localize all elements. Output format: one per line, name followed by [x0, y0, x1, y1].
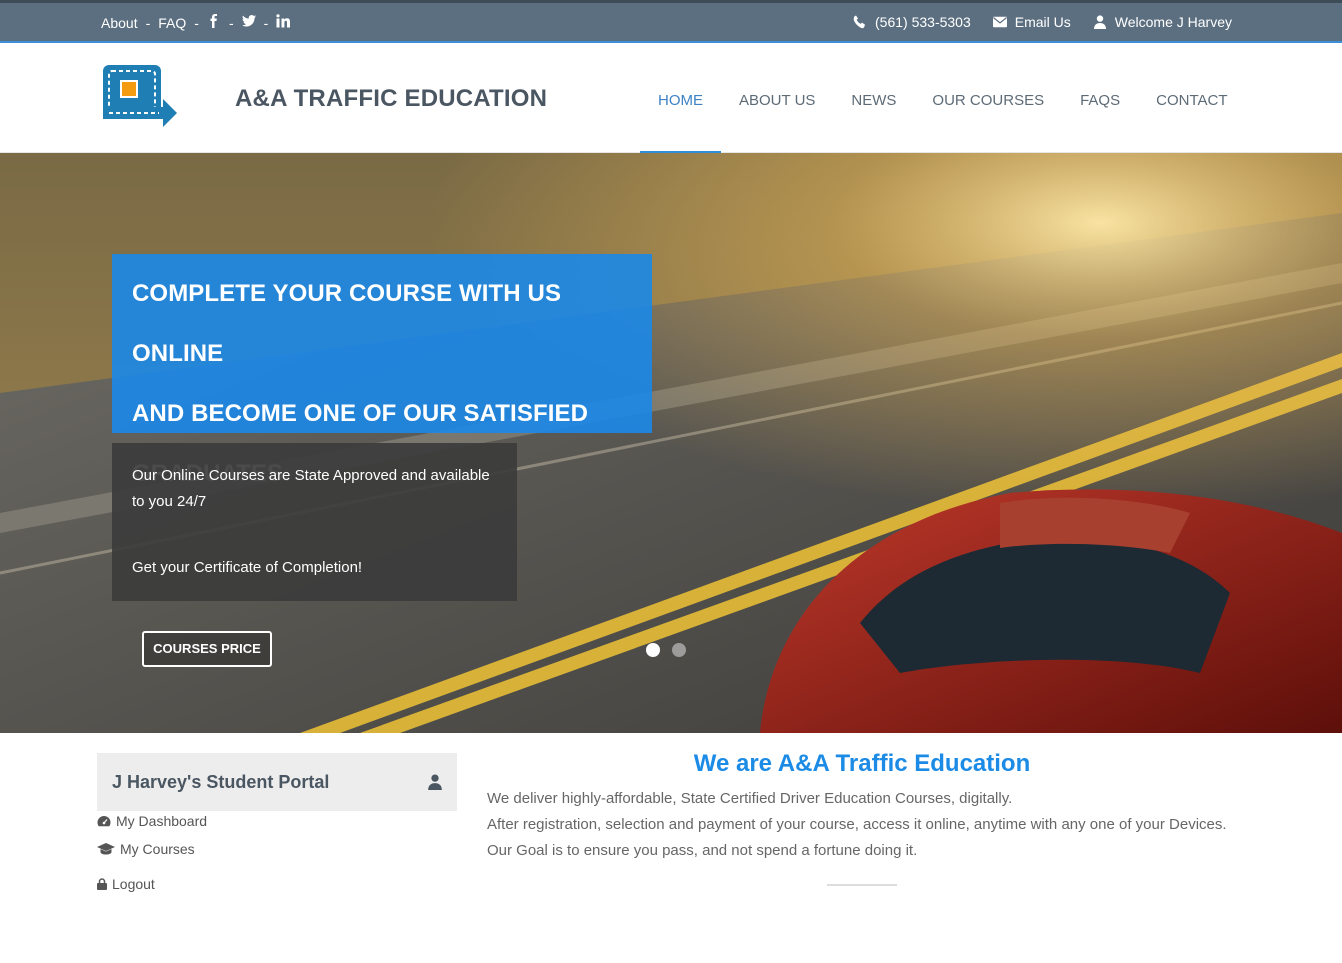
- portal-menu: My Dashboard My Courses Logout: [97, 811, 457, 901]
- site-header: A&A TRAFFIC EDUCATION HOME ABOUT US NEWS…: [0, 43, 1342, 153]
- portal-header: J Harvey's Student Portal: [97, 753, 457, 811]
- nav-news[interactable]: NEWS: [833, 43, 914, 153]
- separator: -: [263, 14, 269, 31]
- courses-price-button[interactable]: COURSES PRICE: [142, 631, 272, 667]
- main-nav: HOME ABOUT US NEWS OUR COURSES FAQS CONT…: [640, 43, 1246, 153]
- email-link: Email Us: [1014, 14, 1071, 30]
- headline-line-2: AND BECOME ONE OF OUR SATISFIED: [132, 400, 589, 427]
- about-section: We are A&A Traffic Education We deliver …: [487, 750, 1237, 886]
- brand-name[interactable]: A&A TRAFFIC EDUCATION: [235, 85, 547, 113]
- separator: -: [145, 14, 151, 31]
- user-item[interactable]: Welcome J Harvey: [1093, 14, 1232, 30]
- top-links: About - FAQ - - -: [101, 14, 291, 31]
- section-divider: [827, 884, 897, 886]
- about-text: We deliver highly-affordable, State Cert…: [487, 786, 1237, 864]
- linkedin-icon[interactable]: [276, 14, 291, 31]
- student-portal: J Harvey's Student Portal My Dashboard M…: [97, 753, 457, 901]
- portal-courses-link[interactable]: My Courses: [97, 831, 457, 866]
- twitter-icon[interactable]: [241, 14, 256, 31]
- top-about-link[interactable]: About: [101, 15, 138, 31]
- nav-faqs[interactable]: FAQS: [1062, 43, 1138, 153]
- user-icon: [428, 774, 442, 790]
- about-line-2: After registration, selection and paymen…: [487, 816, 1227, 833]
- portal-dashboard-link[interactable]: My Dashboard: [97, 811, 457, 831]
- about-title: We are A&A Traffic Education: [693, 750, 1031, 777]
- top-contact: (561) 533-5303 Email Us Welcome J Harvey: [853, 14, 1232, 30]
- separator: -: [194, 14, 199, 31]
- about-line-1: We deliver highly-affordable, State Cert…: [487, 790, 1013, 807]
- subtext-line-1: Our Online Courses are State Approved an…: [132, 467, 490, 510]
- graduation-cap-icon: [97, 842, 115, 854]
- slide-dot-1[interactable]: [646, 643, 660, 657]
- phone-icon: [853, 15, 866, 29]
- separator: -: [228, 14, 234, 31]
- top-bar: About - FAQ - - - (561) 533-5303 Email U…: [0, 0, 1342, 43]
- top-faq-link[interactable]: FAQ: [158, 15, 186, 31]
- portal-dashboard-label: My Dashboard: [116, 813, 208, 829]
- phone-item[interactable]: (561) 533-5303: [853, 14, 971, 30]
- portal-logout-link[interactable]: Logout: [97, 866, 457, 901]
- slider-pagination: [646, 643, 686, 657]
- slide-dot-2[interactable]: [672, 643, 686, 657]
- nav-contact[interactable]: CONTACT: [1138, 43, 1245, 153]
- hero-headline: COMPLETE YOUR COURSE WITH US ONLINE AND …: [112, 254, 652, 487]
- headline-line-1: COMPLETE YOUR COURSE WITH US ONLINE: [132, 280, 562, 367]
- subtext-line-2: Get your Certificate of Completion!: [132, 559, 363, 576]
- portal-courses-label: My Courses: [120, 840, 195, 857]
- email-item[interactable]: Email Us: [992, 14, 1071, 30]
- portal-logout-label: Logout: [112, 875, 155, 892]
- about-line-3: Our Goal is to ensure you pass, and not …: [487, 842, 918, 859]
- nav-home[interactable]: HOME: [640, 43, 721, 153]
- logo-icon[interactable]: [101, 63, 181, 127]
- welcome-text: Welcome J Harvey: [1114, 14, 1232, 30]
- nav-about-us[interactable]: ABOUT US: [721, 43, 833, 153]
- facebook-icon[interactable]: [207, 14, 221, 31]
- hero-slider: COMPLETE YOUR COURSE WITH US ONLINE AND …: [0, 153, 1342, 733]
- lock-icon: [97, 877, 107, 890]
- envelope-icon: [992, 16, 1007, 28]
- dashboard-icon: [97, 816, 111, 827]
- nav-our-courses[interactable]: OUR COURSES: [914, 43, 1062, 153]
- user-icon: [1093, 15, 1106, 29]
- portal-title: J Harvey's Student Portal: [112, 771, 330, 792]
- hero-subtext: Our Online Courses are State Approved an…: [112, 443, 517, 601]
- phone-number: (561) 533-5303: [875, 14, 971, 30]
